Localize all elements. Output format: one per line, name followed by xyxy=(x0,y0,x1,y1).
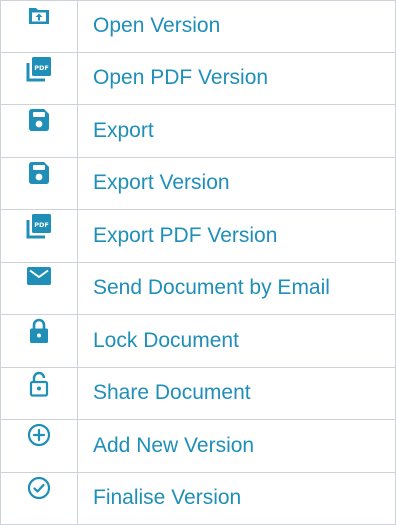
svg-text:PDF: PDF xyxy=(34,64,49,72)
menu-item-open-pdf-version[interactable]: PDF Open PDF Version xyxy=(0,52,396,104)
lock-icon xyxy=(29,318,49,344)
icon-cell xyxy=(0,472,77,524)
menu-item-send-document-by-email[interactable]: Send Document by Email xyxy=(0,262,396,314)
pdf-file-icon: PDF xyxy=(26,213,52,239)
menu-item-share-document[interactable]: Share Document xyxy=(0,367,396,419)
menu-item-label: Send Document by Email xyxy=(93,276,330,299)
icon-cell xyxy=(0,367,77,419)
save-icon xyxy=(28,108,50,132)
menu-item-export-version[interactable]: Export Version xyxy=(0,157,396,209)
menu-item-lock-document[interactable]: Lock Document xyxy=(0,314,396,367)
svg-text:PDF: PDF xyxy=(34,221,49,229)
menu-item-label: Open Version xyxy=(93,14,221,37)
menu-item-export-pdf-version[interactable]: PDF Export PDF Version xyxy=(0,209,396,262)
menu-item-label: Export xyxy=(93,118,154,142)
icon-cell: PDF xyxy=(0,52,77,104)
icon-cell xyxy=(0,104,77,157)
menu-item-open-version[interactable]: Open Version xyxy=(0,0,396,52)
menu-item-label: Share Document xyxy=(93,381,251,404)
icon-cell xyxy=(0,419,77,472)
envelope-icon xyxy=(26,266,52,286)
icon-cell: PDF xyxy=(0,209,77,262)
menu-item-label: Finalise Version xyxy=(93,486,242,509)
check-circle-icon xyxy=(27,476,51,500)
unlock-icon xyxy=(29,371,49,397)
menu-item-label: Export Version xyxy=(93,171,230,194)
add-circle-icon xyxy=(27,423,51,447)
icon-cell xyxy=(0,262,77,314)
icon-cell xyxy=(0,0,77,52)
menu-item-label: Open PDF Version xyxy=(93,66,269,89)
menu-item-finalise-version[interactable]: Finalise Version xyxy=(0,472,396,524)
menu-item-add-new-version[interactable]: Add New Version xyxy=(0,419,396,472)
menu-item-export[interactable]: Export xyxy=(0,104,396,157)
menu-item-label: Export PDF Version xyxy=(93,223,278,247)
folder-upload-icon xyxy=(27,4,51,26)
menu-item-label: Add New Version xyxy=(93,433,255,457)
action-menu-table: Open Version PDF Open PDF Version Export… xyxy=(0,0,396,525)
icon-cell xyxy=(0,314,77,367)
icon-cell xyxy=(0,157,77,209)
save-icon xyxy=(28,161,50,185)
pdf-file-icon: PDF xyxy=(26,56,52,82)
menu-item-label: Lock Document xyxy=(93,328,239,352)
